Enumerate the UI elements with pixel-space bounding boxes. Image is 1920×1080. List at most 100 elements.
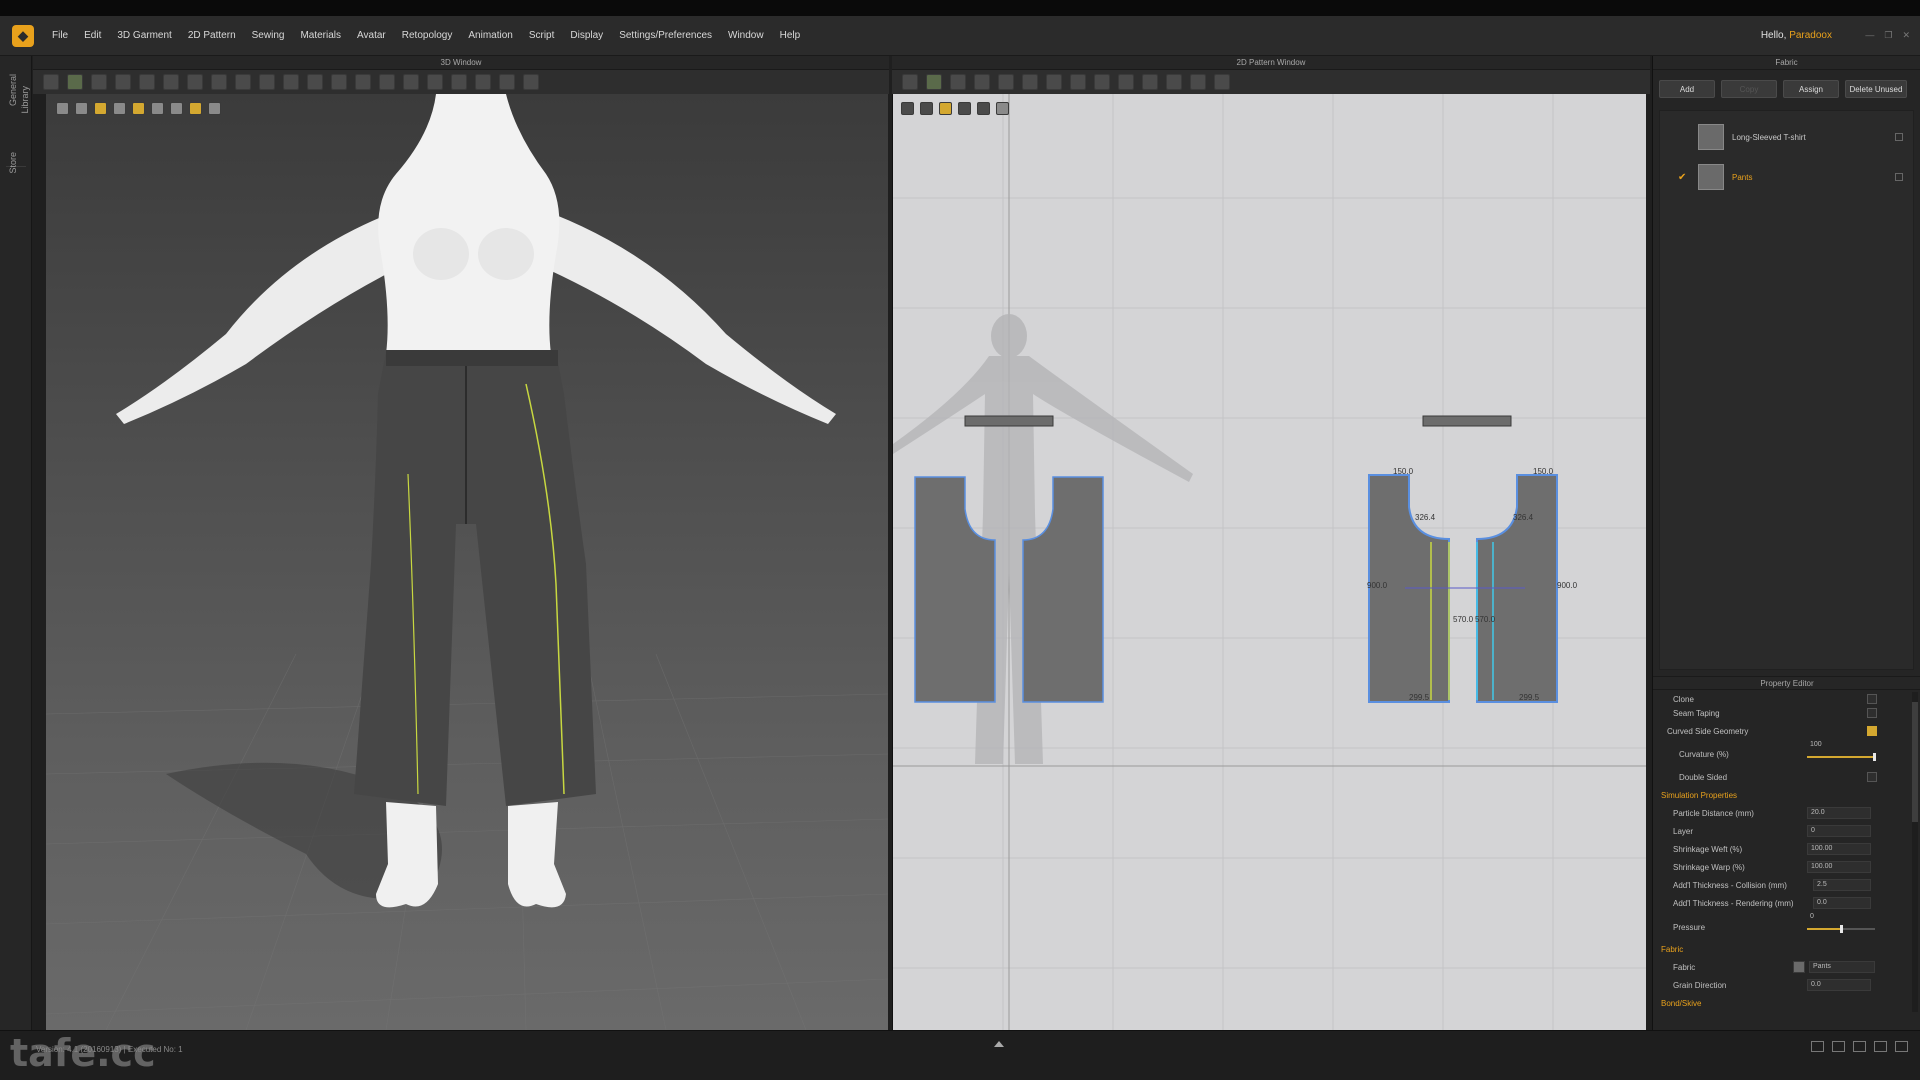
edit-pattern-icon[interactable] [926, 74, 942, 90]
maximize-icon[interactable]: ❐ [1884, 30, 1892, 41]
trace-icon[interactable] [1190, 74, 1206, 90]
menu-window[interactable]: Window [728, 30, 764, 41]
zipper-icon[interactable] [403, 74, 419, 90]
body-display-icon[interactable] [170, 102, 183, 115]
avatar-measure-icon[interactable] [451, 74, 467, 90]
menu-edit[interactable]: Edit [84, 30, 101, 41]
fabric-item-tshirt[interactable]: Long-Sleeved T-shirt [1660, 119, 1913, 155]
camera-icon[interactable] [208, 102, 221, 115]
menu-settings[interactable]: Settings/Preferences [619, 30, 712, 41]
menu-file[interactable]: File [52, 30, 68, 41]
layout-single-icon[interactable] [1811, 1041, 1824, 1052]
layout-quad-icon[interactable] [1874, 1041, 1887, 1052]
texture-edit-icon[interactable] [1214, 74, 1230, 90]
fabric-display-icon[interactable] [132, 102, 145, 115]
seam-display-icon[interactable] [151, 102, 164, 115]
fold-icon[interactable] [115, 74, 131, 90]
tab-general[interactable]: General [8, 74, 18, 106]
tab-store[interactable]: Store [8, 152, 18, 174]
select-move-icon[interactable] [43, 74, 59, 90]
rotate-icon[interactable] [187, 74, 203, 90]
grain-direction-input[interactable]: 0.0 [1807, 979, 1871, 991]
pants-front-right-piece[interactable] [1022, 476, 1104, 703]
avatar-visibility-icon[interactable] [113, 102, 126, 115]
layout-triple-icon[interactable] [1853, 1041, 1866, 1052]
layout-custom-icon[interactable] [1895, 1041, 1908, 1052]
pin-icon[interactable] [139, 74, 155, 90]
menu-script[interactable]: Script [529, 30, 555, 41]
shrinkage-warp-input[interactable]: 100.00 [1807, 861, 1871, 873]
menu-retopology[interactable]: Retopology [402, 30, 453, 41]
pattern-texture-icon[interactable] [939, 102, 952, 115]
double-sided-checkbox[interactable] [1867, 772, 1877, 782]
pattern-person-icon[interactable] [996, 102, 1009, 115]
menu-3d-garment[interactable]: 3D Garment [117, 30, 171, 41]
menu-avatar[interactable]: Avatar [357, 30, 386, 41]
3d-viewport[interactable] [46, 94, 888, 1030]
add-point-icon[interactable] [998, 74, 1014, 90]
simulation-icon[interactable] [499, 74, 515, 90]
sun-icon[interactable] [189, 102, 202, 115]
pressure-value[interactable]: 0 [1807, 912, 1871, 924]
shrinkage-weft-input[interactable]: 100.00 [1807, 843, 1871, 855]
fabric-select[interactable]: Pants [1809, 961, 1875, 973]
user-name[interactable]: Paradoox [1789, 30, 1832, 41]
property-editor-scrollbar[interactable] [1912, 692, 1918, 1012]
topstitch-icon[interactable] [331, 74, 347, 90]
row-simulation-properties[interactable]: Simulation Properties [1653, 788, 1911, 804]
edit-curvature-icon[interactable] [1022, 74, 1038, 90]
app-logo-icon[interactable]: ◆ [12, 24, 34, 47]
menu-help[interactable]: Help [780, 30, 801, 41]
curvature-slider[interactable] [1807, 753, 1876, 761]
edit-sewing-icon[interactable] [307, 74, 323, 90]
row-fabric-section[interactable]: Fabric [1653, 942, 1911, 958]
expand-arrow-icon[interactable] [994, 1041, 1004, 1047]
internal-line-icon[interactable] [1046, 74, 1062, 90]
layout-split-icon[interactable] [1832, 1041, 1845, 1052]
avatar-display-icon[interactable] [56, 102, 69, 115]
menu-2d-pattern[interactable]: 2D Pattern [188, 30, 236, 41]
copy-fabric-button[interactable]: Copy [1721, 80, 1777, 98]
scrollbar-thumb[interactable] [1912, 702, 1918, 822]
2d-pattern-viewport[interactable]: 150.0 150.0 326.4 326.4 900.0 900.0 570.… [892, 94, 1646, 1030]
segment-sew-2d-icon[interactable] [1118, 74, 1134, 90]
seam-taping-checkbox[interactable] [1867, 708, 1877, 718]
fabric-lock-icon[interactable] [1895, 173, 1903, 181]
assign-fabric-button[interactable]: Assign [1783, 80, 1839, 98]
tab-library[interactable]: Library [20, 86, 30, 114]
pressure-slider[interactable] [1807, 925, 1875, 933]
pants-front-left-piece[interactable] [914, 476, 996, 703]
texture-display-icon[interactable] [94, 102, 107, 115]
waistband-piece-left[interactable] [964, 415, 1054, 427]
curved-side-checkbox[interactable] [1867, 726, 1877, 736]
pleat-icon[interactable] [1166, 74, 1182, 90]
notch-icon[interactable] [1094, 74, 1110, 90]
clone-checkbox[interactable] [1867, 694, 1877, 704]
record-icon[interactable] [523, 74, 539, 90]
pattern-measure-icon[interactable] [920, 102, 933, 115]
menu-display[interactable]: Display [570, 30, 603, 41]
garment-fit-icon[interactable] [475, 74, 491, 90]
segment-sewing-icon[interactable] [259, 74, 275, 90]
add-fabric-button[interactable]: Add [1659, 80, 1715, 98]
layer-input[interactable]: 0 [1807, 825, 1871, 837]
tape-icon[interactable] [427, 74, 443, 90]
thickness-rendering-input[interactable]: 0.0 [1813, 897, 1871, 909]
polygon-icon[interactable] [974, 74, 990, 90]
transform-pattern-icon[interactable] [902, 74, 918, 90]
button-icon[interactable] [355, 74, 371, 90]
row-bond-skive[interactable]: Bond/Skive [1653, 996, 1911, 1012]
curvature-value[interactable]: 100 [1807, 740, 1871, 752]
menu-materials[interactable]: Materials [300, 30, 341, 41]
menu-sewing[interactable]: Sewing [252, 30, 285, 41]
close-icon[interactable]: ✕ [1902, 30, 1910, 41]
select-mesh-icon[interactable] [67, 74, 83, 90]
fabric-lock-icon[interactable] [1895, 133, 1903, 141]
pattern-select-icon[interactable] [901, 102, 914, 115]
minimize-icon[interactable]: — [1865, 30, 1874, 41]
user-greeting[interactable]: Hello, Paradoox [1761, 30, 1832, 41]
pattern-grid-icon[interactable] [958, 102, 971, 115]
rectangle-icon[interactable] [950, 74, 966, 90]
steam-icon[interactable] [211, 74, 227, 90]
pattern-avatar-icon[interactable] [977, 102, 990, 115]
